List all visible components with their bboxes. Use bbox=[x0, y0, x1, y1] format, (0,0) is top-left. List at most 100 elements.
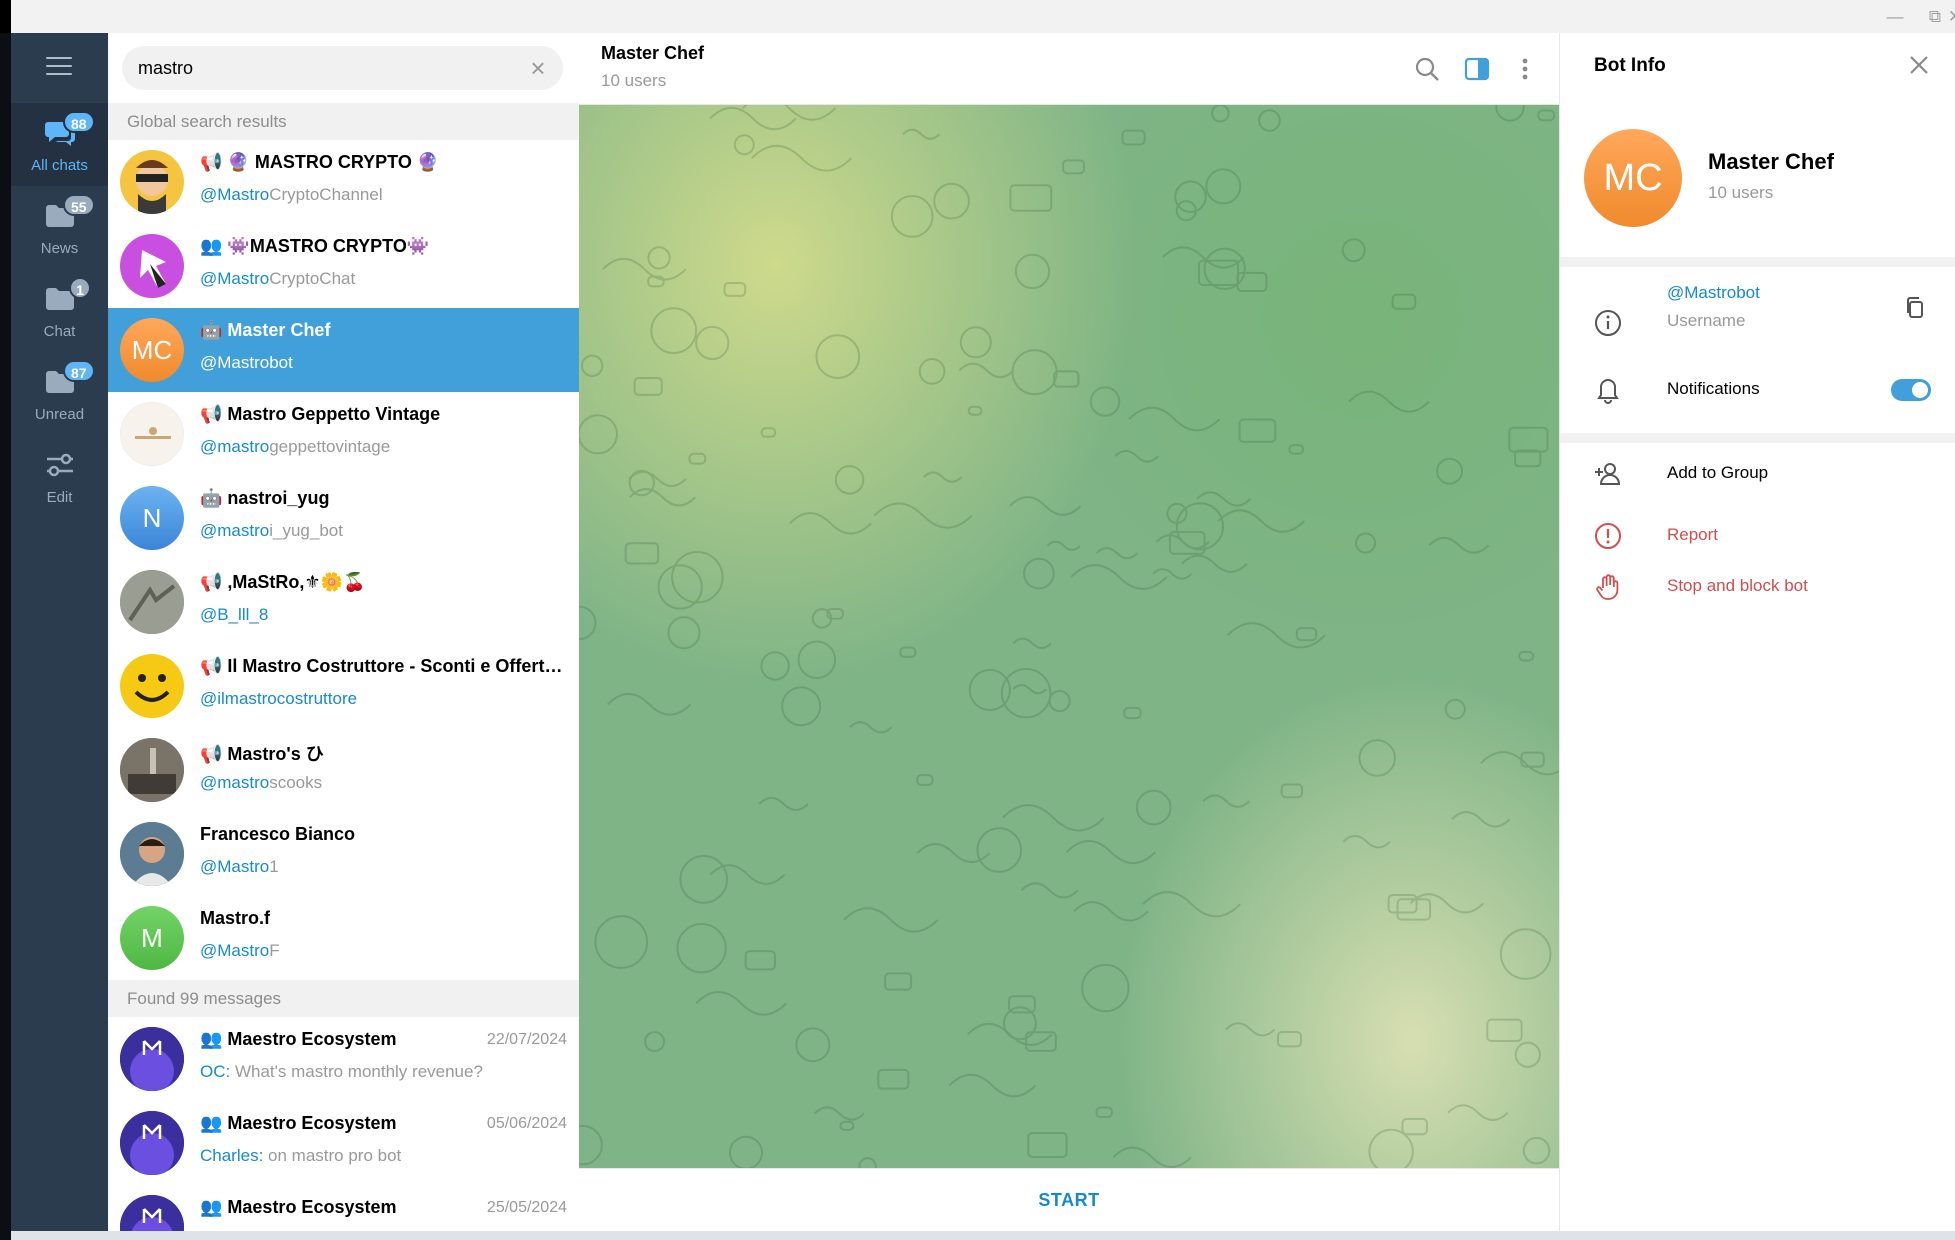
result-username: @ilmastrocostruttore bbox=[200, 689, 358, 708]
search-result-row[interactable]: M Mastro.f @MastroF bbox=[108, 896, 579, 980]
result-title: Francesco Bianco bbox=[200, 824, 356, 844]
doodle-shape bbox=[1514, 1041, 1541, 1068]
result-title: 📢 ,MaStRo,⚜🌼🍒 bbox=[200, 572, 366, 592]
doodle-shape bbox=[1508, 426, 1549, 453]
doodle-shape bbox=[688, 452, 707, 465]
result-username: @mastroscooks bbox=[200, 773, 323, 792]
doodle-shape bbox=[1135, 789, 1172, 826]
search-result-row[interactable]: N 🤖 nastroi_yug @mastroi_yug_bot bbox=[108, 476, 579, 560]
clear-search-icon[interactable]: × bbox=[527, 55, 549, 81]
doodle-shape bbox=[1341, 238, 1366, 263]
chat-title[interactable]: Master Chef bbox=[601, 43, 704, 64]
report-button[interactable]: Report bbox=[1667, 525, 1718, 545]
message-snippet: OC: What's mastro monthly revenue? bbox=[200, 1062, 483, 1081]
minimize-icon[interactable]: — bbox=[1875, 4, 1915, 30]
search-result-row[interactable]: 👥 👾MASTRO CRYPTO👾 @MastroCryptoChat bbox=[108, 224, 579, 308]
doodle-shape bbox=[1002, 804, 1105, 832]
sidebar-toggle-icon[interactable] bbox=[1463, 55, 1491, 83]
folder-unread-badge: 88 bbox=[63, 111, 95, 133]
sliders-icon bbox=[47, 453, 73, 477]
doodle-shape bbox=[1217, 509, 1306, 533]
hamburger-menu-icon[interactable] bbox=[46, 57, 72, 77]
doodle-shape bbox=[1112, 1146, 1192, 1168]
close-icon[interactable]: ✕ bbox=[1935, 4, 1955, 30]
search-result-row[interactable]: 📢 🔮 MASTRO CRYPTO 🔮 @MastroCryptoChannel bbox=[108, 140, 579, 224]
avatar: M bbox=[120, 906, 184, 970]
doodle-shape bbox=[647, 246, 671, 270]
doodle-shape bbox=[1014, 253, 1051, 290]
doodle-shape bbox=[709, 106, 797, 131]
result-title: Mastro.f bbox=[200, 908, 271, 928]
folder-edit[interactable]: Edit bbox=[11, 435, 108, 518]
result-username: @MastroCryptoChannel bbox=[200, 185, 383, 204]
doodle-shape bbox=[1174, 180, 1207, 214]
folder-unread-badge: 1 bbox=[69, 277, 91, 299]
doodle-shape bbox=[695, 325, 730, 361]
message-date: 05/06/2024 bbox=[486, 1115, 567, 1132]
doodle-shape bbox=[1123, 706, 1142, 720]
doodle-shape bbox=[948, 1073, 1037, 1098]
doodle-shape bbox=[1048, 690, 1071, 713]
doodle-shape bbox=[1522, 1136, 1551, 1165]
search-result-row[interactable]: 📢 ,MaStRo,⚜🌼🍒 @B_lll_8 bbox=[108, 560, 579, 644]
close-icon[interactable] bbox=[1905, 51, 1933, 79]
result-title: 🤖 nastroi_yug bbox=[200, 488, 330, 508]
window-edge-top bbox=[0, 0, 11, 33]
notifications-label: Notifications bbox=[1667, 379, 1760, 398]
avatar bbox=[120, 570, 184, 634]
folder-label: Unread bbox=[34, 406, 85, 423]
doodle-shape bbox=[922, 471, 963, 483]
panel-title: Bot Info bbox=[1594, 55, 1666, 76]
avatar bbox=[120, 150, 184, 214]
more-options-icon[interactable] bbox=[1511, 55, 1539, 83]
divider bbox=[1560, 257, 1955, 267]
doodle-shape bbox=[902, 128, 941, 140]
folder-news[interactable]: 55 News bbox=[11, 186, 108, 269]
doodle-shape bbox=[966, 1022, 1053, 1046]
search-results-column: × Global search results 📢 🔮 MASTRO CRYPT… bbox=[108, 33, 579, 1231]
notifications-toggle[interactable] bbox=[1891, 379, 1931, 401]
search-result-row[interactable]: 📢 Il Mastro Costruttore - Sconti e Offer… bbox=[108, 644, 579, 728]
folder-unread[interactable]: 87 Unread bbox=[11, 352, 108, 435]
result-title: 📢 Mastro Geppetto Vintage bbox=[200, 404, 441, 424]
start-button[interactable]: START bbox=[579, 1169, 1559, 1232]
search-result-row[interactable]: 📢 Mastro's ひ @mastroscooks bbox=[108, 728, 579, 812]
doodle-shape bbox=[1023, 557, 1055, 590]
add-to-group-button[interactable]: Add to Group bbox=[1667, 463, 1768, 483]
message-result-row[interactable]: 👥 Maestro Ecosystem 05/06/2024 Charles: … bbox=[108, 1101, 579, 1185]
search-icon[interactable] bbox=[1413, 55, 1441, 83]
search-result-row[interactable]: Francesco Bianco @Mastro1 bbox=[108, 812, 579, 896]
doodle-shape bbox=[1436, 457, 1464, 485]
stop-and-block-bot-button[interactable]: Stop and block bot bbox=[1667, 576, 1808, 596]
doodle-shape bbox=[916, 774, 934, 786]
folder-all-chats[interactable]: 88 All chats bbox=[11, 103, 108, 186]
copy-icon[interactable] bbox=[1902, 295, 1928, 321]
search-input[interactable] bbox=[138, 56, 498, 80]
bot-username[interactable]: @Mastrobot bbox=[1667, 283, 1760, 303]
window-bottom-edge bbox=[11, 1231, 1955, 1240]
doodle-shape bbox=[781, 686, 822, 727]
chat-background bbox=[579, 105, 1559, 1168]
doodle-shape bbox=[1499, 928, 1552, 980]
avatar bbox=[120, 1027, 184, 1091]
doodle-shape bbox=[834, 465, 865, 495]
avatar: MC bbox=[120, 318, 184, 382]
avatar bbox=[120, 1111, 184, 1175]
search-result-row[interactable]: 📢 Mastro Geppetto Vintage @mastrogeppett… bbox=[108, 392, 579, 476]
folder-unread-badge: 87 bbox=[63, 360, 95, 382]
doodle-shape bbox=[580, 354, 604, 377]
folder-chat[interactable]: 1 Chat bbox=[11, 269, 108, 352]
doodle-shape bbox=[657, 564, 703, 610]
doodle-shape bbox=[1009, 184, 1053, 212]
message-result-row[interactable]: 👥 Maestro Ecosystem 22/07/2024 OC: What'… bbox=[108, 1017, 579, 1101]
message-result-row[interactable]: 👥 Maestro Ecosystem 25/05/2024 bbox=[108, 1185, 579, 1231]
doodle-shape bbox=[1520, 751, 1545, 768]
folder-label: Chat bbox=[43, 323, 76, 340]
doodle-shape bbox=[1009, 496, 1082, 516]
doodle-shape bbox=[843, 907, 939, 933]
avatar bbox=[120, 654, 184, 718]
doodle-shape bbox=[873, 502, 973, 529]
search-bar: × bbox=[122, 46, 563, 90]
search-result-row-selected[interactable]: MC 🤖 Master Chef @Mastrobot bbox=[108, 308, 579, 392]
doodle-shape bbox=[958, 362, 1015, 379]
